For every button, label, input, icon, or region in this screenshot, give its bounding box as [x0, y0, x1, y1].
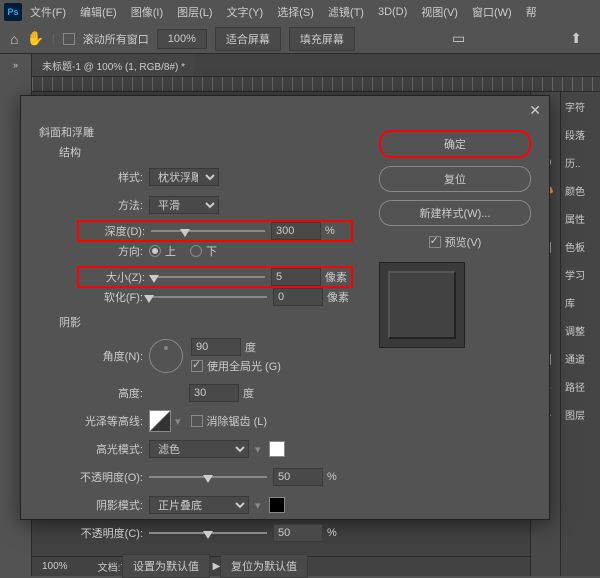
menu-view[interactable]: 视图(V) [415, 2, 464, 22]
depth-row-highlight: 深度(D): % [77, 220, 353, 242]
scroll-all-checkbox[interactable] [63, 33, 75, 45]
panel-history[interactable]: 历.. [561, 148, 600, 176]
gloss-contour-label: 光泽等高线: [79, 413, 149, 429]
menu-type[interactable]: 文字(Y) [221, 2, 270, 22]
highlight-opacity-input[interactable] [273, 468, 323, 486]
menu-select[interactable]: 选择(S) [271, 2, 320, 22]
depth-input[interactable] [271, 222, 321, 240]
shadow-color-swatch[interactable] [269, 497, 285, 513]
highlight-opacity-slider[interactable] [149, 469, 267, 485]
shadow-opacity-label: 不透明度(C): [79, 525, 149, 541]
panel-learn[interactable]: 学习 [561, 260, 600, 288]
zoom-level-field[interactable]: 100% [157, 29, 207, 49]
menu-file[interactable]: 文件(F) [24, 2, 72, 22]
search-icon[interactable]: ▭ [444, 26, 473, 51]
share-icon[interactable]: ⬆ [562, 26, 590, 51]
layer-style-dialog: ✕ 斜面和浮雕 结构 样式: 枕状浮雕 方法: 平滑 深度(D): % 方向: … [20, 95, 550, 520]
size-unit: 像素 [325, 269, 349, 285]
style-select[interactable]: 枕状浮雕 [149, 168, 219, 186]
shadow-mode-label: 阴影模式: [79, 497, 149, 513]
technique-label: 方法: [79, 197, 149, 213]
panel-swatches[interactable]: 色板 [561, 232, 600, 260]
highlight-mode-label: 高光模式: [79, 441, 149, 457]
direction-up-radio[interactable] [149, 245, 161, 257]
fit-screen-button[interactable]: 适合屏幕 [215, 27, 281, 51]
menu-filter[interactable]: 滤镜(T) [322, 2, 370, 22]
shading-label: 阴影 [59, 314, 351, 330]
ps-logo: Ps [4, 3, 22, 21]
global-light-checkbox[interactable] [191, 360, 203, 372]
depth-slider[interactable] [151, 223, 265, 239]
shadow-opacity-slider[interactable] [149, 525, 267, 541]
menu-help[interactable]: 帮 [520, 2, 543, 22]
fill-screen-button[interactable]: 填充屏幕 [289, 27, 355, 51]
home-icon[interactable]: ⌂ [10, 31, 18, 47]
altitude-label: 高度: [79, 385, 149, 401]
structure-label: 结构 [59, 144, 351, 160]
options-bar: ⌂ ✋ | 滚动所有窗口 100% 适合屏幕 填充屏幕 ▭ ⬆ [0, 24, 600, 54]
menu-3d[interactable]: 3D(D) [372, 4, 413, 20]
menu-image[interactable]: 图像(I) [125, 2, 169, 22]
panel-paths[interactable]: 路径 [561, 372, 600, 400]
gloss-contour-picker[interactable] [149, 410, 171, 432]
antialias-label: 消除锯齿 (L) [207, 413, 268, 429]
technique-select[interactable]: 平滑 [149, 196, 219, 214]
panel-libraries[interactable]: 库 [561, 288, 600, 316]
size-input[interactable] [271, 268, 321, 286]
panel-layers[interactable]: 图层 [561, 400, 600, 428]
document-tab[interactable]: 未标题-1 @ 100% (1, RGB/8#) * [32, 54, 195, 76]
angle-input[interactable] [191, 338, 241, 356]
horizontal-ruler [32, 76, 600, 92]
panel-paragraph[interactable]: 段落 [561, 120, 600, 148]
highlight-color-swatch[interactable] [269, 441, 285, 457]
bevel-emboss-title: 斜面和浮雕 [39, 124, 351, 140]
new-style-button[interactable]: 新建样式(W)... [379, 200, 531, 226]
panel-character[interactable]: 字符 [561, 92, 600, 120]
highlight-opacity-label: 不透明度(O): [79, 469, 149, 485]
style-label: 样式: [79, 169, 149, 185]
panel-channels[interactable]: 通道 [561, 344, 600, 372]
angle-label: 角度(N): [79, 348, 149, 364]
soften-input[interactable] [273, 288, 323, 306]
altitude-input[interactable] [189, 384, 239, 402]
panel-adjustments[interactable]: 调整 [561, 316, 600, 344]
global-light-label: 使用全局光 (G) [207, 358, 281, 374]
menu-bar: Ps 文件(F) 编辑(E) 图像(I) 图层(L) 文字(Y) 选择(S) 滤… [0, 0, 600, 24]
preview-checkbox[interactable] [429, 236, 441, 248]
depth-unit: % [325, 225, 349, 237]
cancel-button[interactable]: 复位 [379, 166, 531, 192]
soften-label: 软化(F): [79, 289, 149, 305]
menu-edit[interactable]: 编辑(E) [74, 2, 123, 22]
status-zoom[interactable]: 100% [42, 561, 68, 572]
panel-color[interactable]: 颜色 [561, 176, 600, 204]
size-slider[interactable] [151, 269, 265, 285]
shadow-mode-select[interactable]: 正片叠底 [149, 496, 249, 514]
direction-down-radio[interactable] [190, 245, 202, 257]
hand-tool-icon[interactable]: ✋ [26, 30, 43, 47]
panel-properties[interactable]: 属性 [561, 204, 600, 232]
highlight-mode-select[interactable]: 滤色 [149, 440, 249, 458]
preview-label: 预览(V) [445, 234, 482, 250]
scroll-all-label: 滚动所有窗口 [83, 31, 149, 47]
direction-label: 方向: [79, 243, 149, 259]
ok-button[interactable]: 确定 [379, 130, 531, 158]
depth-label: 深度(D): [81, 223, 151, 239]
panel-col-labels: 字符 段落 历.. 颜色 属性 色板 学习 库 调整 通道 路径 图层 [560, 92, 600, 576]
shadow-opacity-input[interactable] [273, 524, 323, 542]
preview-thumbnail [379, 262, 465, 348]
close-icon[interactable]: ✕ [529, 102, 541, 119]
reset-default-button[interactable]: 复位为默认值 [220, 554, 308, 578]
make-default-button[interactable]: 设置为默认值 [122, 554, 210, 578]
size-row-highlight: 大小(Z): 像素 [77, 266, 353, 288]
menu-layer[interactable]: 图层(L) [171, 2, 218, 22]
soften-unit: 像素 [327, 289, 351, 305]
menu-window[interactable]: 窗口(W) [466, 2, 518, 22]
size-label: 大小(Z): [81, 269, 151, 285]
soften-slider[interactable] [149, 289, 267, 305]
angle-wheel[interactable] [149, 339, 183, 373]
antialias-checkbox[interactable] [191, 415, 203, 427]
